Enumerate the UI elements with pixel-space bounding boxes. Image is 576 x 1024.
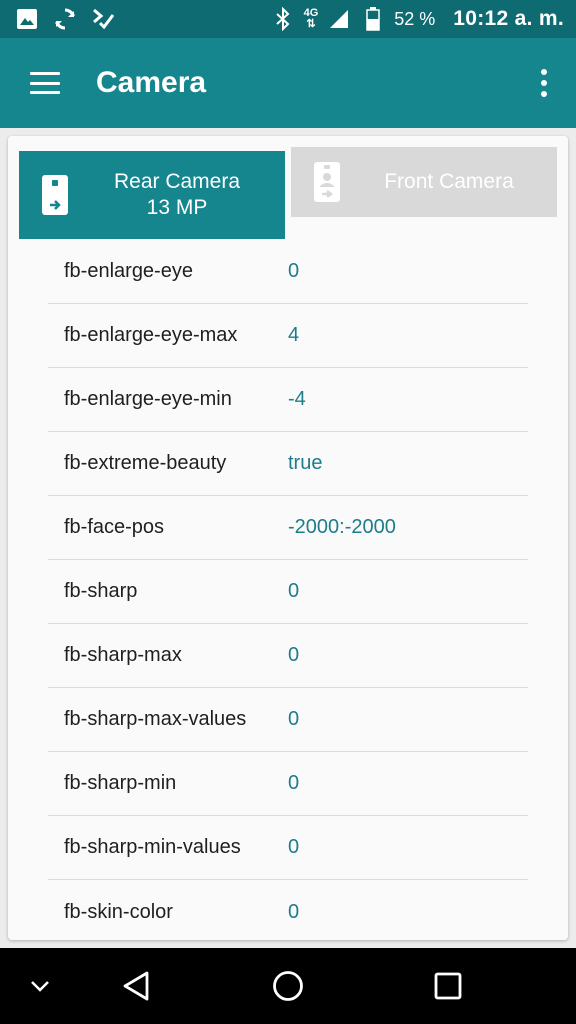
parameter-list: fb-enlarge-eye 0 fb-enlarge-eye-max 4 fb… [48, 240, 528, 940]
list-item: fb-extreme-beauty true [48, 432, 528, 496]
camera-info-card: Rear Camera 13 MP Front Camera fb-enlarg… [8, 136, 568, 940]
parameter-key: fb-sharp-min-values [64, 836, 241, 858]
list-item: fb-face-pos -2000:-2000 [48, 496, 528, 560]
battery-percent: 52 % [394, 8, 436, 29]
parameter-key: fb-enlarge-eye-min [64, 388, 232, 410]
list-item: fb-sharp-max 0 [48, 624, 528, 688]
image-icon [14, 6, 40, 32]
signal-icon [326, 6, 352, 32]
back-button[interactable] [108, 948, 164, 1024]
list-item: fb-sharp-max-values 0 [48, 688, 528, 752]
bluetooth-icon [270, 6, 296, 32]
parameter-key: fb-extreme-beauty [64, 452, 227, 474]
page-title: Camera [96, 66, 207, 99]
recents-button[interactable] [420, 948, 476, 1024]
hamburger-icon [30, 72, 60, 94]
overflow-menu-button[interactable] [512, 38, 576, 128]
list-item: fb-skin-color 0 [48, 880, 528, 940]
parameter-key: fb-enlarge-eye-max [64, 324, 238, 346]
tab-rear-camera[interactable]: Rear Camera 13 MP [19, 151, 285, 239]
tab-rear-camera-label: Rear Camera [113, 170, 241, 193]
back-triangle-icon [123, 971, 149, 1001]
parameter-value: 0 [288, 836, 300, 858]
parameter-value: 0 [288, 580, 300, 602]
checklist-icon [90, 6, 116, 32]
parameter-value: 0 [288, 772, 300, 794]
chevron-down-icon [31, 981, 49, 992]
status-left-icons [14, 6, 116, 32]
list-item: fb-enlarge-eye-max 4 [48, 304, 528, 368]
list-item: fb-enlarge-eye 0 [48, 240, 528, 304]
front-camera-icon [313, 162, 341, 202]
parameter-value: -2000:-2000 [288, 516, 396, 538]
parameter-key: fb-skin-color [64, 900, 173, 923]
tab-front-camera-label: Front Camera [384, 170, 514, 193]
network-4g-icon: 4G ⇅ [303, 7, 319, 30]
camera-tabs: Rear Camera 13 MP Front Camera [8, 136, 568, 246]
app-bar: Camera [0, 38, 576, 128]
more-vert-icon [541, 69, 547, 75]
status-right-icons: 4G ⇅ 52 % 10:12 a. m. [270, 6, 564, 32]
menu-button[interactable] [0, 38, 90, 128]
parameter-key: fb-face-pos [64, 516, 165, 538]
home-circle-icon [273, 971, 303, 1001]
parameter-key: fb-sharp-max [64, 644, 182, 666]
clock: 10:12 a. m. [453, 7, 564, 30]
list-item: fb-sharp-min 0 [48, 752, 528, 816]
list-item: fb-enlarge-eye-min -4 [48, 368, 528, 432]
hide-nav-button[interactable] [20, 948, 60, 1024]
tab-front-camera[interactable]: Front Camera [291, 147, 557, 217]
parameter-value: 0 [288, 708, 300, 730]
system-nav-bar [0, 948, 576, 1024]
home-button[interactable] [260, 948, 316, 1024]
status-bar: 4G ⇅ 52 % 10:12 a. m. [0, 0, 576, 38]
parameter-key: fb-enlarge-eye [64, 260, 193, 282]
recents-square-icon [434, 972, 462, 1000]
parameter-value: 0 [288, 644, 300, 666]
parameter-value: 4 [288, 324, 300, 346]
parameter-value: 0 [288, 900, 300, 923]
battery-icon [360, 6, 386, 32]
tab-rear-camera-resolution: 13 MP [146, 196, 208, 219]
parameter-key: fb-sharp [64, 580, 138, 602]
list-item: fb-sharp 0 [48, 560, 528, 624]
parameter-key: fb-sharp-max-values [64, 708, 247, 730]
parameter-key: fb-sharp-min [64, 772, 177, 794]
rear-camera-icon [41, 175, 69, 215]
parameter-value: -4 [288, 388, 306, 410]
parameter-value: true [288, 452, 323, 474]
sync-icon [52, 6, 78, 32]
parameter-value: 0 [288, 260, 300, 282]
list-item: fb-sharp-min-values 0 [48, 816, 528, 880]
